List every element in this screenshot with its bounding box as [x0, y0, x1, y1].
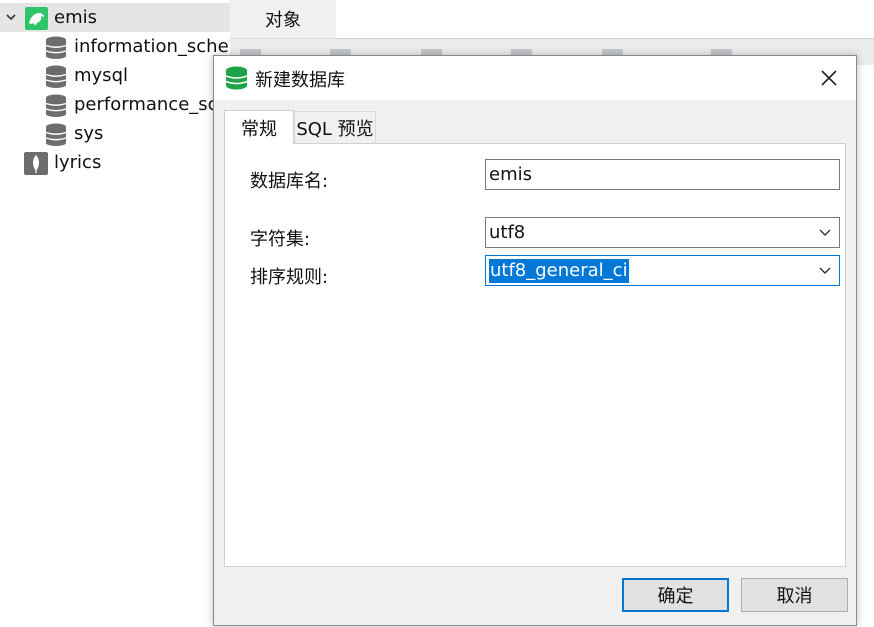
mysql-dolphin-icon [25, 7, 48, 30]
tree-item-label: lyrics [54, 152, 102, 173]
tree-item-label: information_schema [74, 36, 230, 57]
tab-general[interactable]: 常规 [224, 110, 294, 144]
chevron-down-icon[interactable] [6, 12, 16, 22]
tree-item-performance-schema[interactable]: performance_schema [0, 90, 230, 119]
tree-item-lyrics[interactable]: lyrics [0, 148, 230, 177]
collation-value: utf8_general_ci [489, 258, 629, 283]
tree-item-emis[interactable]: emis [0, 3, 230, 32]
dialog-titlebar[interactable]: 新建数据库 [214, 56, 856, 100]
database-icon [45, 94, 67, 117]
tab-sql-preview[interactable]: SQL 预览 [294, 111, 376, 143]
charset-value: utf8 [489, 222, 526, 243]
database-icon [45, 36, 67, 59]
chevron-down-icon[interactable] [819, 266, 831, 275]
database-icon [45, 123, 67, 146]
ok-button[interactable]: 确定 [622, 578, 729, 612]
tree-item-mysql[interactable]: mysql [0, 61, 230, 90]
tree-item-label: mysql [74, 65, 128, 86]
tree-item-label: sys [74, 123, 104, 144]
charset-label: 字符集: [250, 229, 311, 250]
db-name-input[interactable]: emis [485, 159, 840, 190]
close-icon[interactable] [814, 64, 844, 92]
new-database-icon [225, 66, 248, 90]
charset-select[interactable]: utf8 [485, 217, 840, 248]
tree-item-label: performance_schema [74, 94, 230, 115]
db-name-label: 数据库名: [250, 171, 329, 192]
tree-item-label: emis [54, 7, 97, 28]
new-database-dialog: 新建数据库 常规 SQL 预览 数据库名: emis 字符集: utf8 排序规… [213, 55, 857, 626]
objects-tab-empty-area [336, 0, 874, 39]
chevron-down-icon[interactable] [819, 228, 831, 237]
general-panel: 数据库名: emis 字符集: utf8 排序规则: utf8_general_… [224, 143, 846, 567]
database-icon [45, 65, 67, 88]
collation-label: 排序规则: [250, 267, 329, 288]
collation-select[interactable]: utf8_general_ci [485, 255, 840, 286]
tab-objects[interactable]: 对象 [230, 0, 337, 38]
tree-item-information-schema[interactable]: information_schema [0, 32, 230, 61]
db-name-value: emis [489, 164, 532, 185]
connection-tree: emis information_schema mysql performanc… [0, 0, 230, 627]
tree-item-sys[interactable]: sys [0, 119, 230, 148]
mongodb-leaf-icon [24, 152, 48, 175]
cancel-button[interactable]: 取消 [741, 578, 848, 612]
dialog-title: 新建数据库 [255, 70, 345, 91]
